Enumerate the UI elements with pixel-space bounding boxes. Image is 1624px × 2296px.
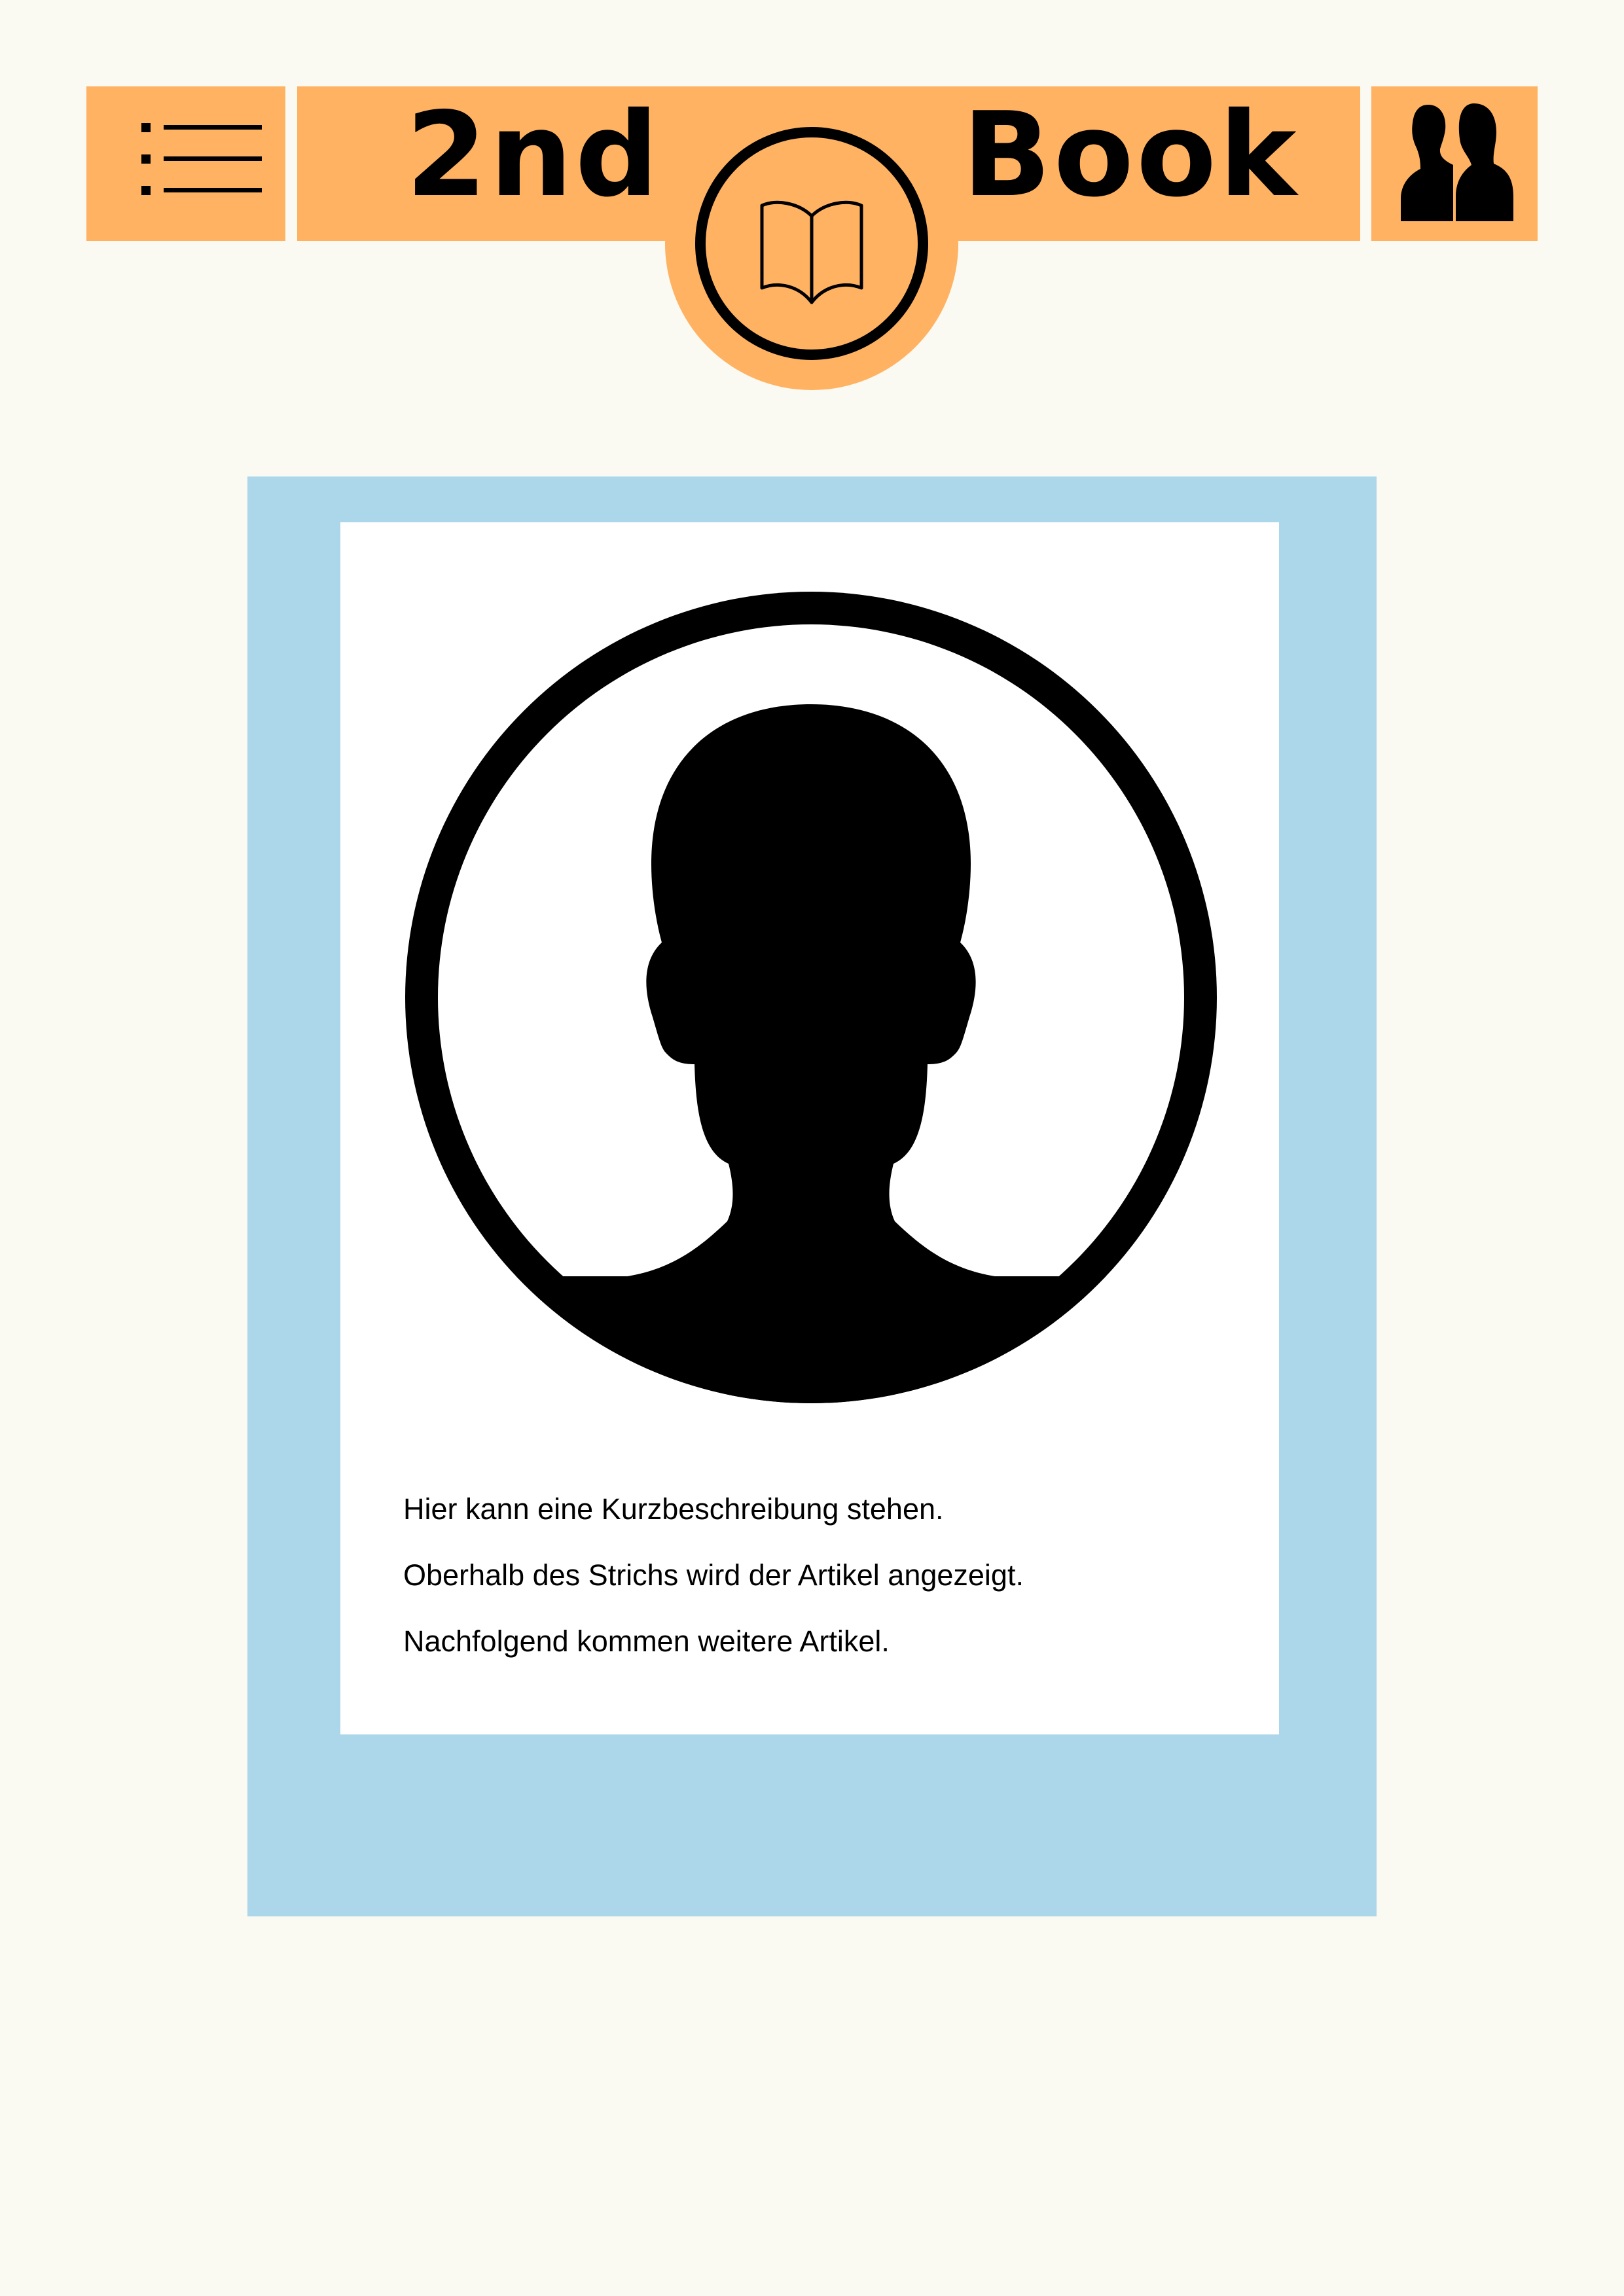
logo-home-button[interactable] [695, 127, 928, 360]
article-description-line: Oberhalb des Strichs wird der Artikel an… [403, 1558, 1024, 1592]
article-description-line: Hier kann eine Kurzbeschreibung stehen. [403, 1492, 944, 1526]
list-icon[interactable] [141, 119, 264, 199]
app-title-right: Book [962, 87, 1299, 223]
open-book-icon [760, 200, 863, 304]
app-title-left: 2nd [406, 87, 661, 223]
user-avatar-icon [405, 592, 1217, 1403]
users-icon[interactable] [1398, 101, 1516, 225]
article-description-line: Nachfolgend kommen weitere Artikel. [403, 1624, 890, 1658]
